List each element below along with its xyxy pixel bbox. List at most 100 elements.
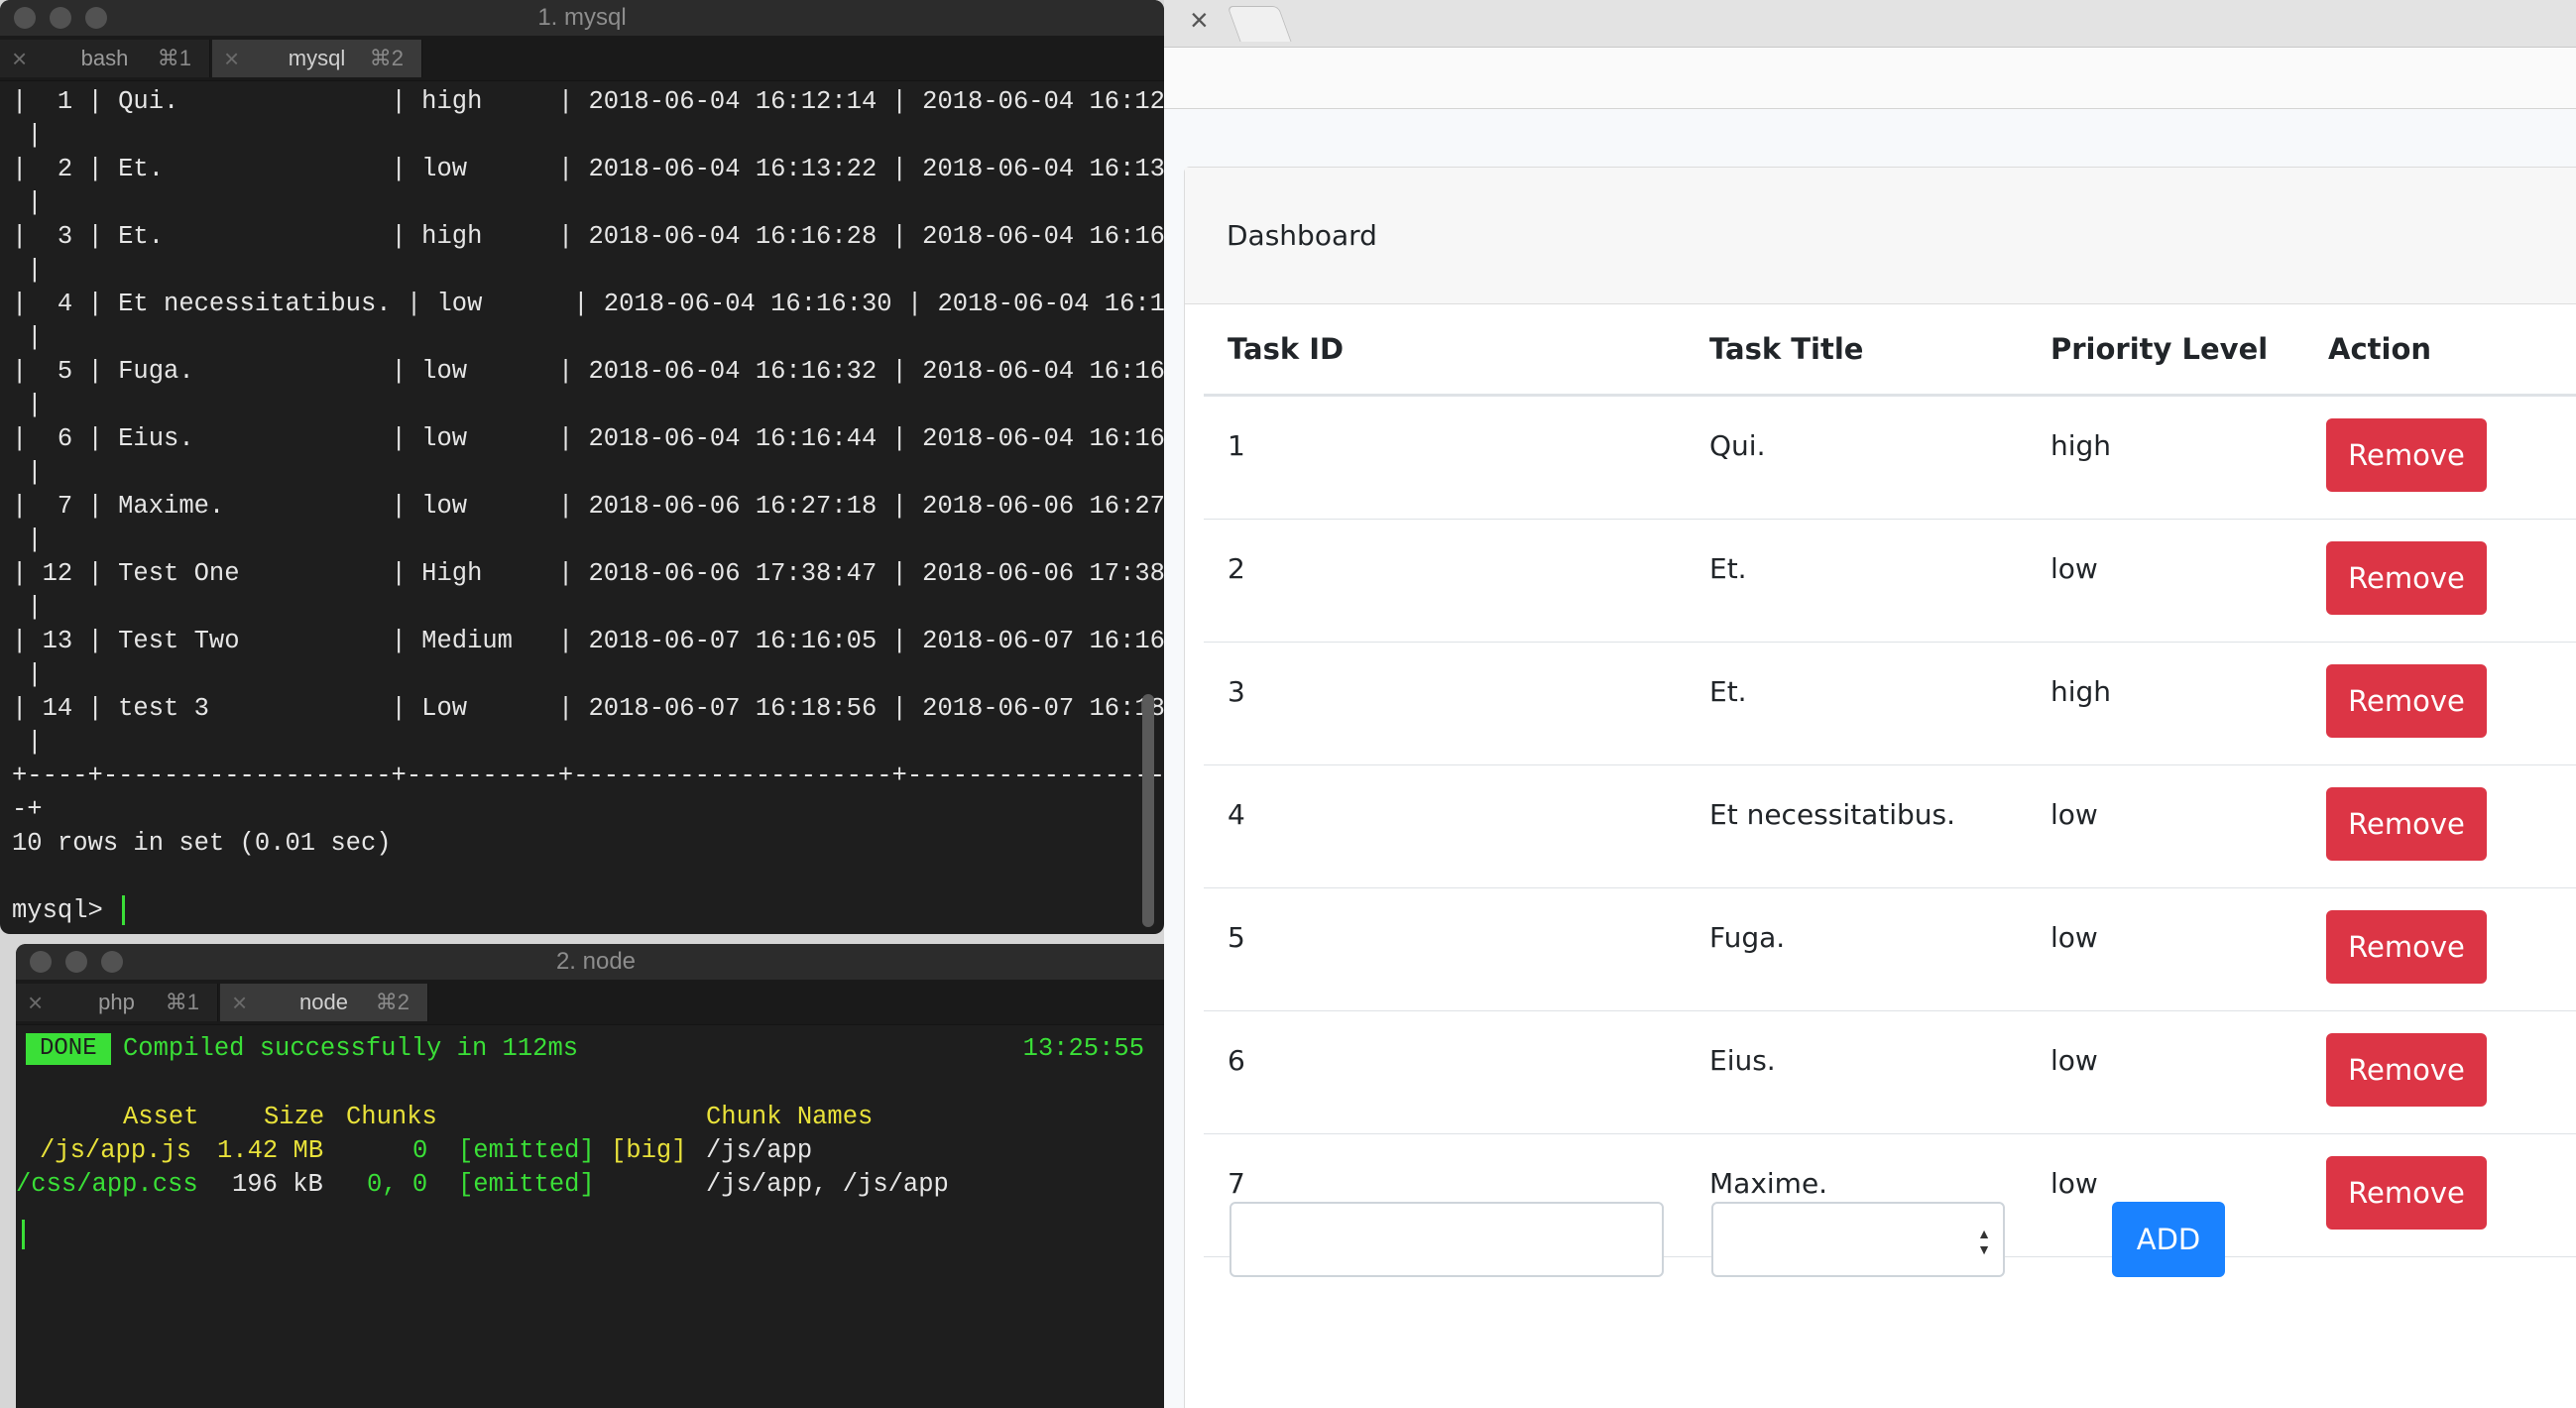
table-row: 2 Et. low Remove bbox=[1204, 520, 2576, 643]
table-row: 5 Fuga. low Remove bbox=[1204, 888, 2576, 1011]
zoom-window-icon[interactable] bbox=[101, 951, 123, 973]
terminal-line: | bbox=[12, 660, 43, 689]
task-priority: high bbox=[2050, 429, 2112, 462]
terminal-line: | 6 | Eius. | low | 2018-06-04 16:16:44 … bbox=[12, 424, 1164, 453]
tab-node[interactable]: × node ⌘2 bbox=[220, 984, 428, 1021]
priority-select[interactable]: ▲ ▼ bbox=[1711, 1202, 2005, 1277]
add-task-button[interactable]: ADD bbox=[2112, 1202, 2225, 1277]
card-header: Dashboard bbox=[1185, 168, 2576, 304]
asset-emitted: [emitted] bbox=[458, 1136, 595, 1165]
task-id: 4 bbox=[1228, 798, 1245, 831]
minimize-window-icon[interactable] bbox=[65, 951, 87, 973]
asset-size: 1.42 MB bbox=[217, 1136, 324, 1165]
table-header: Task ID Task Title Priority Level Action bbox=[1204, 301, 2576, 397]
close-tab-icon[interactable]: × bbox=[1190, 2, 1209, 38]
terminal-line: | 14 | test 3 | Low | 2018-06-07 16:18:5… bbox=[12, 694, 1164, 723]
window-title: 1. mysql bbox=[537, 4, 627, 31]
terminal-line: mysql> bbox=[12, 894, 1164, 928]
task-priority: low bbox=[2050, 1044, 2098, 1077]
tab-php[interactable]: × php ⌘1 bbox=[16, 984, 218, 1021]
window-title: 2. node bbox=[555, 948, 637, 975]
compile-time: 13:25:55 bbox=[1022, 1034, 1144, 1063]
terminal-line: 10 rows in set (0.01 sec) bbox=[12, 829, 392, 858]
remove-task-button[interactable]: Remove bbox=[2326, 910, 2487, 984]
terminal-line: | bbox=[12, 728, 43, 757]
header-chunks: Chunks bbox=[346, 1103, 437, 1131]
terminal-cursor bbox=[122, 895, 126, 926]
terminal-line: +----+-------------------+----------+---… bbox=[12, 762, 1164, 790]
new-tab-button[interactable] bbox=[1227, 6, 1292, 42]
terminal-line: | 3 | Et. | high | 2018-06-04 16:16:28 |… bbox=[12, 222, 1164, 251]
terminal-line: | 5 | Fuga. | low | 2018-06-04 16:16:32 … bbox=[12, 357, 1164, 386]
task-title: Qui. bbox=[1709, 429, 1766, 462]
task-title: Et necessitatibus. bbox=[1709, 798, 1956, 831]
browser-toolbar bbox=[1164, 48, 2576, 109]
select-arrows-icon: ▲ ▼ bbox=[1977, 1226, 1991, 1257]
asset-chunk-names: /js/app, /js/app bbox=[706, 1170, 949, 1199]
table-row: 4 Et necessitatibus. low Remove bbox=[1204, 765, 2576, 888]
asset-name: /css/app.css bbox=[16, 1170, 198, 1199]
task-id: 6 bbox=[1228, 1044, 1245, 1077]
table-row: 3 Et. high Remove bbox=[1204, 643, 2576, 765]
terminal-line: | bbox=[12, 391, 43, 419]
minimize-window-icon[interactable] bbox=[50, 7, 71, 29]
terminal-line: | 12 | Test One | High | 2018-06-06 17:3… bbox=[12, 559, 1164, 588]
close-window-icon[interactable] bbox=[14, 7, 36, 29]
mysql-terminal-titlebar[interactable]: 1. mysql bbox=[0, 0, 1164, 36]
task-priority: high bbox=[2050, 675, 2112, 708]
close-window-icon[interactable] bbox=[30, 951, 52, 973]
column-header-task-id: Task ID bbox=[1228, 332, 1345, 366]
table-body: 1 Qui. high Remove 2 Et. low Remove 3 Et. high Remo… bbox=[1204, 397, 2576, 1257]
column-header-task-title: Task Title bbox=[1709, 332, 1864, 366]
task-id: 5 bbox=[1228, 921, 1245, 954]
terminal-line: | bbox=[12, 526, 43, 554]
task-priority: low bbox=[2050, 921, 2098, 954]
remove-task-button[interactable]: Remove bbox=[2326, 1033, 2487, 1107]
task-priority: low bbox=[2050, 798, 2098, 831]
node-terminal-titlebar[interactable]: 2. node bbox=[16, 944, 1176, 980]
remove-task-button[interactable]: Remove bbox=[2326, 664, 2487, 738]
tab-shortcut: ⌘1 bbox=[165, 990, 199, 1014]
table-row: 6 Eius. low Remove bbox=[1204, 1011, 2576, 1134]
remove-task-button[interactable]: Remove bbox=[2326, 787, 2487, 861]
browser-window: × Dashboard Task ID Task Title Priority … bbox=[1164, 0, 2576, 1408]
asset-size: 196 kB bbox=[232, 1170, 323, 1199]
task-title-input[interactable] bbox=[1229, 1202, 1664, 1277]
terminal-line: | 7 | Maxime. | low | 2018-06-06 16:27:1… bbox=[12, 492, 1164, 521]
terminal-scrollbar[interactable] bbox=[1142, 694, 1154, 927]
header-size: Size bbox=[264, 1103, 325, 1131]
page-title: Dashboard bbox=[1227, 219, 1377, 252]
terminal-tabbar: × bash ⌘1 × mysql ⌘2 bbox=[0, 36, 1164, 81]
table-row: 1 Qui. high Remove bbox=[1204, 397, 2576, 520]
task-id: 2 bbox=[1228, 552, 1245, 585]
window-controls bbox=[30, 944, 123, 980]
window-controls bbox=[14, 0, 107, 36]
tab-shortcut: ⌘2 bbox=[375, 990, 410, 1014]
remove-task-button[interactable]: Remove bbox=[2326, 418, 2487, 492]
asset-big: [big] bbox=[611, 1136, 687, 1165]
asset-chunks: 0, 0 bbox=[367, 1170, 428, 1199]
tab-mysql[interactable]: × mysql ⌘2 bbox=[212, 40, 422, 77]
mysql-output[interactable]: | 1 | Qui. | high | 2018-06-04 16:12:14 … bbox=[0, 81, 1164, 934]
done-badge: DONE bbox=[26, 1033, 111, 1065]
remove-task-button[interactable]: Remove bbox=[2326, 541, 2487, 615]
asset-name: /js/app.js bbox=[40, 1136, 192, 1165]
add-task-form: ▲ ▼ ADD bbox=[1204, 1178, 2576, 1297]
terminal-line: | bbox=[12, 323, 43, 352]
terminal-cursor bbox=[22, 1220, 25, 1249]
zoom-window-icon[interactable] bbox=[85, 7, 107, 29]
terminal-line: | bbox=[12, 593, 43, 622]
tab-bash[interactable]: × bash ⌘1 bbox=[0, 40, 210, 77]
task-title: Et. bbox=[1709, 552, 1747, 585]
asset-table-header: Asset Size Chunks Chunk Names bbox=[16, 1101, 873, 1134]
task-title: Eius. bbox=[1709, 1044, 1776, 1077]
task-priority: low bbox=[2050, 552, 2098, 585]
page-content: Dashboard Task ID Task Title Priority Le… bbox=[1164, 109, 2576, 1408]
task-title: Et. bbox=[1709, 675, 1747, 708]
terminal-line: | bbox=[12, 188, 43, 217]
tab-shortcut: ⌘1 bbox=[157, 46, 191, 70]
node-output[interactable]: DONE Compiled successfully in 112ms 13:2… bbox=[16, 1025, 1176, 1408]
terminal-line: -+ bbox=[12, 795, 43, 824]
asset-emitted: [emitted] bbox=[458, 1170, 595, 1199]
